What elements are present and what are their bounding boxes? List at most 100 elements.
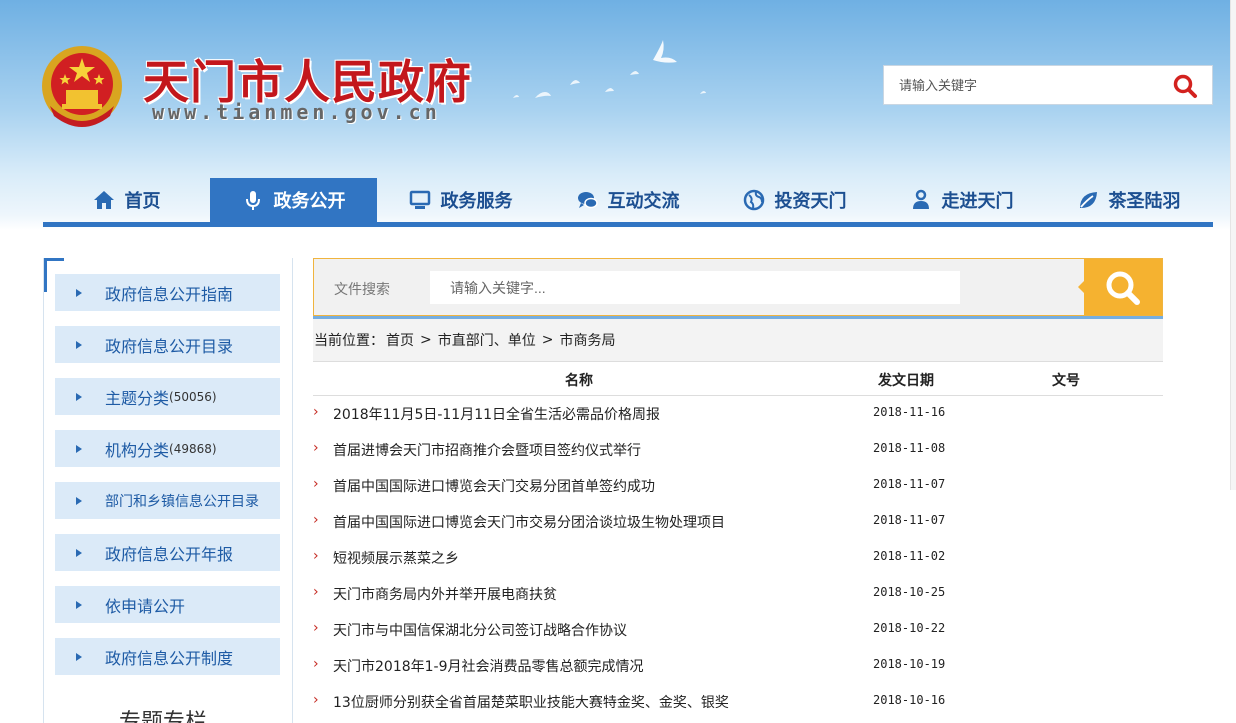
- chevron-right-icon: ›: [313, 512, 319, 528]
- row-title[interactable]: 13位厨师分别获全省首届楚菜职业技能大赛特金奖、金奖、银奖: [333, 692, 729, 712]
- breadcrumb: 当前位置： 首页 > 市直部门、单位 > 市商务局: [313, 319, 1163, 362]
- page-scrollbar[interactable]: [1230, 0, 1236, 490]
- top-search-box: [883, 65, 1213, 105]
- table-row[interactable]: › 短视频展示蒸菜之乡 2018-11-02: [313, 540, 1163, 576]
- row-date: 2018-11-08: [873, 441, 946, 455]
- chevron-right-icon: ›: [313, 404, 319, 420]
- nav-item-label: 首页: [124, 191, 161, 212]
- sidebar-item-disclosure-catalog[interactable]: 政府信息公开目录: [55, 326, 280, 363]
- site-header: 天门市人民政府 www.tianmen.gov.cn: [0, 0, 1236, 178]
- row-date: 2018-10-16: [873, 693, 946, 707]
- nav-item-about-tianmen[interactable]: 走进天门: [878, 178, 1045, 222]
- chevron-right-icon: ›: [313, 656, 319, 672]
- row-title[interactable]: 2018年11月5日-11月11日全省生活必需品价格周报: [333, 404, 660, 424]
- row-date: 2018-10-19: [873, 657, 946, 671]
- sidebar-item-label: 政府信息公开年报: [105, 544, 234, 564]
- breadcrumb-separator: >: [420, 332, 432, 348]
- triangle-right-icon: [76, 496, 82, 505]
- nav-item-investment[interactable]: 投资天门: [711, 178, 878, 222]
- chevron-right-icon: ›: [313, 476, 319, 492]
- row-title[interactable]: 首届进博会天门市招商推介会暨项目签约仪式举行: [333, 440, 641, 460]
- row-title[interactable]: 短视频展示蒸菜之乡: [333, 548, 459, 568]
- sidebar-item-request-disclosure[interactable]: 依申请公开: [55, 586, 280, 623]
- breadcrumb-separator: >: [541, 332, 554, 348]
- monitor-icon: [409, 190, 430, 209]
- row-title[interactable]: 天门市2018年1-9月社会消费品零售总额完成情况: [333, 656, 644, 676]
- button-notch: [1078, 281, 1084, 293]
- triangle-right-icon: [76, 340, 82, 349]
- row-title[interactable]: 天门市与中国信保湖北分公司签订战略合作协议: [333, 620, 627, 640]
- sidebar-item-label: 依申请公开: [105, 596, 186, 616]
- sidebar-item-department-catalog[interactable]: 部门和乡镇信息公开目录: [55, 482, 280, 519]
- nav-item-government-services[interactable]: 政务服务: [377, 178, 544, 222]
- main-nav: 首页 政务公开 政务服务 互动交流 投资天门 走进天门 茶圣陆羽: [43, 178, 1213, 228]
- leaf-icon: [1079, 192, 1097, 208]
- row-title[interactable]: 首届中国国际进口博览会天门市交易分团洽谈垃圾生物处理项目: [333, 512, 725, 532]
- row-date: 2018-11-02: [873, 549, 946, 563]
- sidebar-item-label: 部门和乡镇信息公开目录: [105, 493, 259, 510]
- row-date: 2018-11-07: [873, 513, 946, 527]
- sidebar-item-count: (49868): [169, 441, 217, 456]
- table-row[interactable]: › 首届中国国际进口博览会天门交易分团首单签约成功 2018-11-07: [313, 468, 1163, 504]
- person-icon: [912, 189, 929, 209]
- sidebar-item-topic-category[interactable]: 主题分类 (50056): [55, 378, 280, 415]
- triangle-right-icon: [76, 444, 82, 453]
- nav-item-label: 政务公开: [273, 191, 346, 212]
- search-icon[interactable]: [1172, 73, 1198, 99]
- file-search-button[interactable]: [1078, 259, 1162, 315]
- nav-item-lu-yu[interactable]: 茶圣陆羽: [1045, 178, 1212, 222]
- file-search-label: 文件搜索: [334, 282, 390, 298]
- special-column-title: 专题专栏: [119, 710, 208, 723]
- table-row[interactable]: › 2018年11月5日-11月11日全省生活必需品价格周报 2018-11-1…: [313, 396, 1163, 432]
- row-title[interactable]: 首届中国国际进口博览会天门交易分团首单签约成功: [333, 476, 655, 496]
- table-row[interactable]: › 13位厨师分别获全省首届楚菜职业技能大赛特金奖、金奖、银奖 2018-10-…: [313, 684, 1163, 720]
- breadcrumb-commerce-bureau[interactable]: 市商务局: [559, 330, 615, 350]
- nav-item-label: 走进天门: [941, 191, 1014, 212]
- top-search-input[interactable]: [884, 66, 1164, 104]
- sidebar-item-label: 主题分类: [105, 388, 170, 408]
- breadcrumb-departments[interactable]: 市直部门、单位: [438, 330, 536, 350]
- row-date: 2018-10-25: [873, 585, 946, 599]
- national-emblem-icon: [42, 46, 122, 127]
- search-icon: [1106, 271, 1140, 305]
- nav-item-government-affairs[interactable]: 政务公开: [210, 178, 377, 222]
- nav-item-interaction[interactable]: 互动交流: [544, 178, 711, 222]
- sidebar-item-agency-category[interactable]: 机构分类 (49868): [55, 430, 280, 467]
- table-row[interactable]: › 天门市与中国信保湖北分公司签订战略合作协议 2018-10-22: [313, 612, 1163, 648]
- triangle-right-icon: [76, 392, 82, 401]
- table-row[interactable]: › 首届中国国际进口博览会天门市交易分团洽谈垃圾生物处理项目 2018-11-0…: [313, 504, 1163, 540]
- file-search-bar: 文件搜索: [313, 258, 1163, 319]
- row-date: 2018-11-07: [873, 477, 946, 491]
- row-title[interactable]: 天门市商务局内外并举开展电商扶贫: [333, 584, 557, 604]
- row-date: 2018-10-22: [873, 621, 946, 635]
- table-header: 名称 发文日期 文号: [313, 362, 1163, 396]
- chevron-right-icon: ›: [313, 584, 319, 600]
- table-row[interactable]: › 天门市商务局内外并举开展电商扶贫 2018-10-25: [313, 576, 1163, 612]
- nav-item-home[interactable]: 首页: [43, 178, 210, 222]
- nav-item-label: 茶圣陆羽: [1108, 191, 1181, 212]
- column-header-name: 名称: [565, 373, 593, 389]
- sidebar-item-label: 机构分类: [105, 440, 170, 460]
- nav-underline: [43, 222, 1213, 227]
- table-row[interactable]: › 首届进博会天门市招商推介会暨项目签约仪式举行 2018-11-08: [313, 432, 1163, 468]
- nav-item-label: 投资天门: [774, 191, 847, 212]
- globe-icon: [743, 189, 764, 211]
- nav-item-label: 互动交流: [607, 191, 680, 212]
- doves-decoration: [513, 40, 706, 98]
- sidebar-item-label: 政府信息公开指南: [105, 284, 234, 304]
- chevron-right-icon: ›: [313, 620, 319, 636]
- breadcrumb-home[interactable]: 首页: [386, 330, 414, 350]
- chevron-right-icon: ›: [313, 692, 319, 708]
- triangle-right-icon: [76, 288, 82, 297]
- sidebar-item-annual-report[interactable]: 政府信息公开年报: [55, 534, 280, 571]
- sidebar-item-disclosure-system[interactable]: 政府信息公开制度: [55, 638, 280, 675]
- file-search-input[interactable]: [430, 271, 960, 304]
- chevron-right-icon: ›: [313, 440, 319, 456]
- column-header-doc-no: 文号: [1052, 373, 1080, 389]
- chat-icon: [577, 192, 598, 209]
- microphone-icon: [245, 191, 260, 210]
- site-url: www.tianmen.gov.cn: [152, 100, 441, 124]
- sidebar-item-disclosure-guide[interactable]: 政府信息公开指南: [55, 274, 280, 311]
- chevron-right-icon: ›: [313, 548, 319, 564]
- table-row[interactable]: › 天门市2018年1-9月社会消费品零售总额完成情况 2018-10-19: [313, 648, 1163, 684]
